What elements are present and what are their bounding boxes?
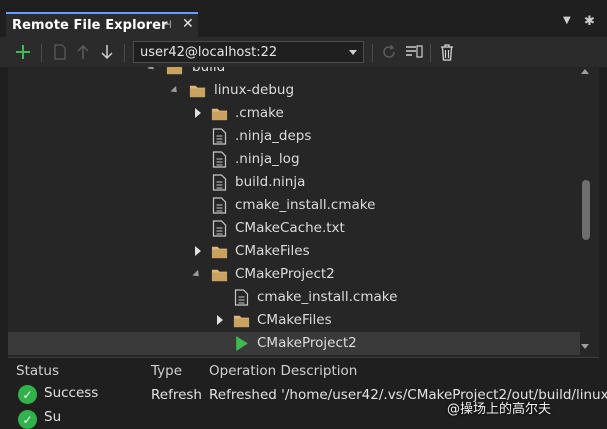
toolbar-separator bbox=[124, 44, 125, 62]
tree-item-folder[interactable]: CMakeProject2 bbox=[8, 263, 580, 286]
tree-item-folder[interactable]: CMakeFiles bbox=[8, 309, 580, 332]
upload-icon[interactable] bbox=[72, 41, 94, 63]
tree-item-label: .ninja_deps bbox=[235, 128, 312, 144]
file-icon bbox=[212, 220, 227, 237]
type-cell: Refresh bbox=[151, 387, 202, 403]
run-icon bbox=[236, 336, 248, 351]
tree-item-folder[interactable]: CMakeFiles bbox=[8, 240, 580, 263]
chevron-down-icon[interactable] bbox=[170, 85, 180, 96]
column-header-description[interactable]: Operation Description bbox=[209, 363, 357, 379]
tree-item-folder[interactable]: .cmake bbox=[8, 102, 580, 125]
toolbar-separator bbox=[430, 44, 431, 62]
tree-item-file[interactable]: .ninja_log bbox=[8, 148, 580, 171]
scroll-up-icon[interactable] bbox=[581, 69, 589, 74]
status-cell: Success bbox=[44, 385, 99, 401]
pin-icon[interactable]: ⊣ bbox=[162, 18, 172, 31]
tool-window-tab[interactable]: Remote File Explorer ⊣ ✕ bbox=[6, 12, 198, 37]
chevron-right-icon[interactable] bbox=[195, 246, 201, 256]
tree-item-file[interactable]: build.ninja bbox=[8, 171, 580, 194]
chevron-right-icon[interactable] bbox=[195, 108, 201, 118]
tree-item-label: build.ninja bbox=[235, 174, 306, 190]
chevron-down-icon bbox=[349, 50, 357, 55]
chevron-right-icon[interactable] bbox=[217, 315, 223, 325]
gear-icon[interactable]: ✱ bbox=[584, 14, 595, 29]
success-icon: ✓ bbox=[18, 385, 37, 404]
tree-item-executable[interactable]: CMakeProject2 bbox=[8, 332, 580, 355]
download-icon[interactable] bbox=[96, 41, 118, 63]
tree-item-folder[interactable]: linux-debug bbox=[8, 79, 580, 102]
column-header-type[interactable]: Type bbox=[151, 363, 182, 379]
toolbar-separator bbox=[372, 44, 373, 62]
file-icon bbox=[212, 151, 227, 168]
tree-item-file[interactable]: cmake_install.cmake bbox=[8, 286, 580, 309]
watermark-text: @操场上的高尔夫 bbox=[447, 402, 552, 417]
status-cell: Su bbox=[44, 409, 62, 425]
tree-item-label: CMakeProject2 bbox=[235, 266, 335, 282]
folder-icon bbox=[233, 315, 250, 328]
file-icon bbox=[234, 289, 249, 306]
tree-item-label: build bbox=[192, 67, 226, 75]
tree-item-label: .ninja_log bbox=[235, 151, 300, 167]
tree-item-build[interactable]: build bbox=[8, 67, 580, 79]
tree-item-label: CMakeProject2 bbox=[257, 335, 357, 351]
folder-icon bbox=[211, 246, 228, 259]
folder-icon bbox=[166, 67, 183, 75]
tree-item-file[interactable]: cmake_install.cmake bbox=[8, 194, 580, 217]
title-bar: Remote File Explorer ⊣ ✕ ▼ ✱ bbox=[0, 0, 607, 37]
toolbar-separator bbox=[41, 44, 42, 62]
refresh-icon[interactable] bbox=[378, 41, 400, 63]
tree-item-label: CMakeCache.txt bbox=[235, 220, 345, 236]
tree-item-label: CMakeFiles bbox=[257, 312, 332, 328]
scrollbar-thumb[interactable] bbox=[582, 180, 590, 240]
host-connection-select[interactable]: user42@localhost:22 bbox=[133, 41, 364, 63]
folder-open-icon bbox=[189, 85, 206, 98]
close-icon[interactable]: ✕ bbox=[182, 16, 194, 32]
host-select-value: user42@localhost:22 bbox=[140, 44, 278, 60]
new-file-icon[interactable] bbox=[49, 41, 71, 63]
toolbar: user42@localhost:22 bbox=[0, 37, 607, 67]
chevron-down-icon[interactable] bbox=[147, 67, 157, 73]
window-menu-icon[interactable]: ▼ bbox=[563, 15, 571, 26]
file-icon bbox=[212, 128, 227, 145]
delete-icon[interactable] bbox=[436, 41, 458, 63]
file-icon bbox=[212, 197, 227, 214]
tree-item-label: .cmake bbox=[235, 105, 284, 121]
add-icon[interactable] bbox=[12, 41, 34, 63]
panel-divider bbox=[8, 357, 599, 358]
folder-icon bbox=[211, 108, 228, 121]
folder-open-icon bbox=[211, 269, 228, 282]
tree-item-file[interactable]: CMakeCache.txt bbox=[8, 217, 580, 240]
file-tree[interactable]: build linux-debug .cmake .ninja_deps .ni… bbox=[8, 67, 599, 357]
scroll-down-icon[interactable] bbox=[581, 344, 589, 349]
terminal-icon[interactable] bbox=[403, 41, 425, 63]
tree-item-file[interactable]: .ninja_deps bbox=[8, 125, 580, 148]
tree-item-label: CMakeFiles bbox=[235, 243, 310, 259]
tree-item-label: cmake_install.cmake bbox=[257, 289, 398, 305]
chevron-down-icon[interactable] bbox=[192, 269, 202, 280]
file-icon bbox=[212, 174, 227, 191]
tree-item-label: cmake_install.cmake bbox=[235, 197, 376, 213]
tree-item-label: linux-debug bbox=[214, 82, 295, 98]
success-icon: ✓ bbox=[18, 410, 37, 429]
column-header-status[interactable]: Status bbox=[16, 363, 59, 379]
window-title: Remote File Explorer bbox=[12, 18, 168, 33]
